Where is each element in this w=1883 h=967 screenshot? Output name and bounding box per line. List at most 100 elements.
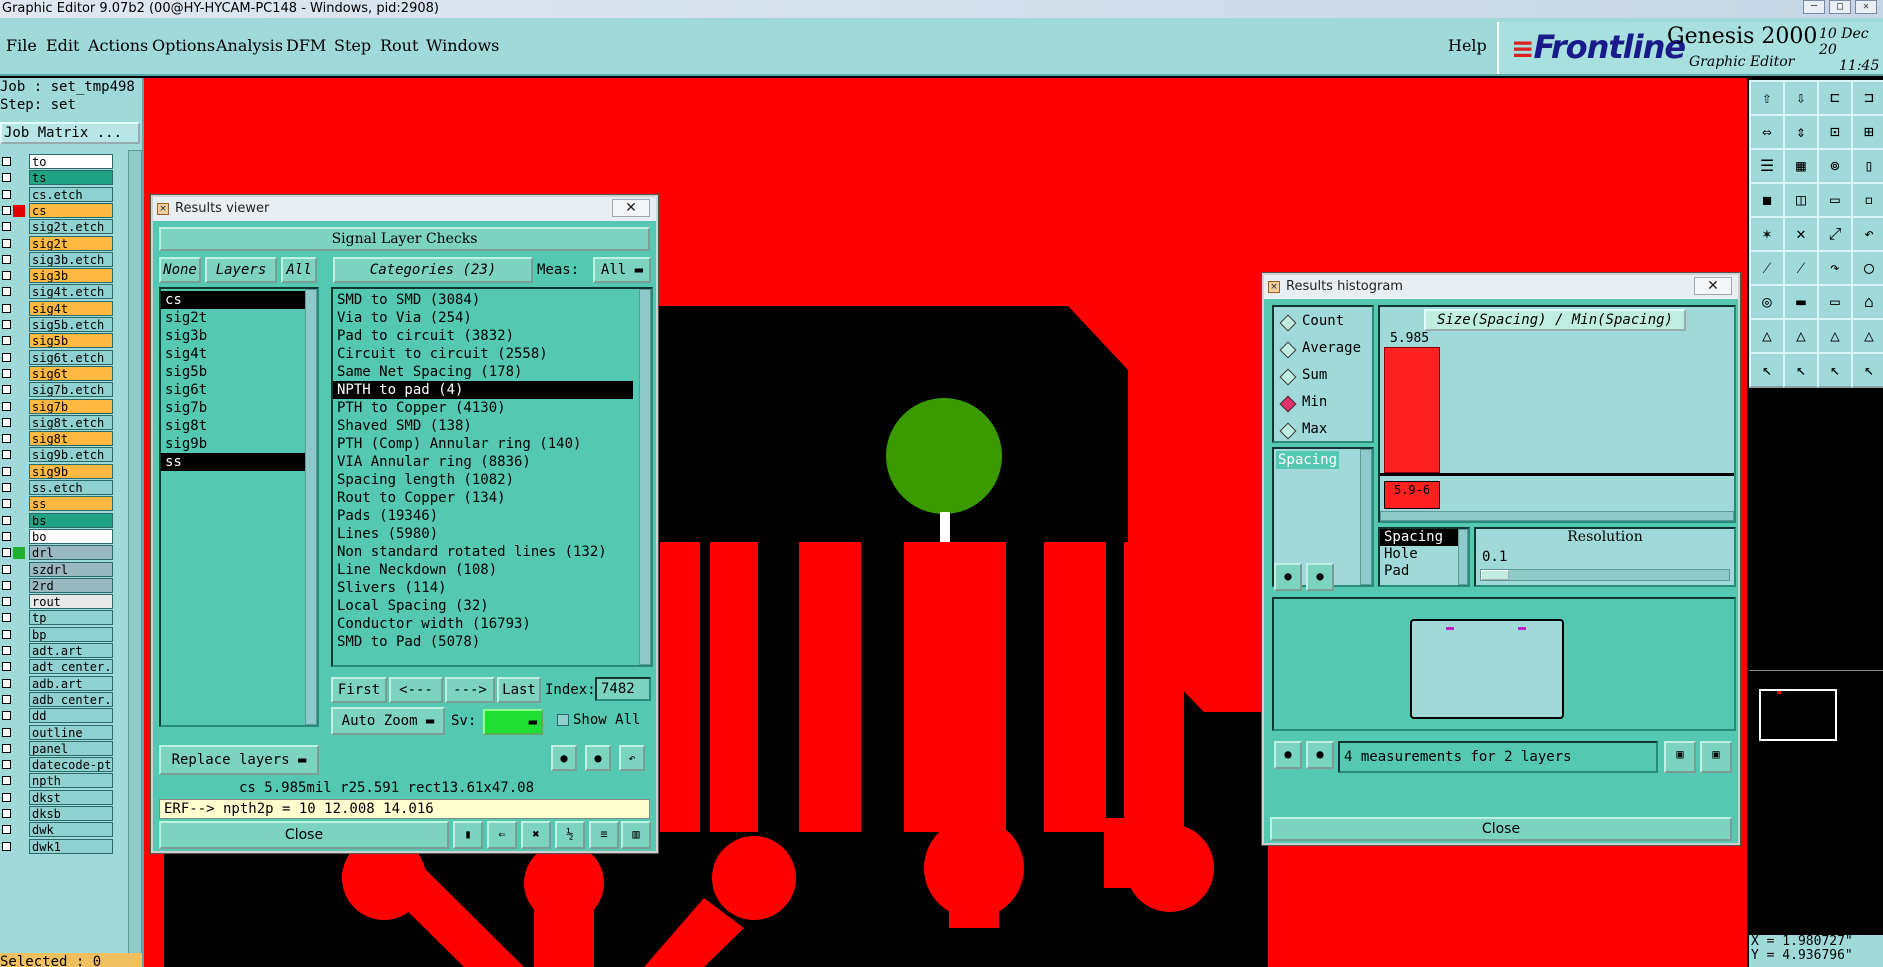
- histogram-hscrollbar[interactable]: [1380, 511, 1734, 521]
- type-scrollbar[interactable]: [1458, 529, 1468, 585]
- toolbar-button-icon[interactable]: ◯: [1851, 250, 1883, 286]
- ref-icon[interactable]: ●: [585, 745, 611, 771]
- layer-list-item[interactable]: sig2t: [161, 309, 305, 327]
- layer-checkbox[interactable]: [2, 385, 11, 395]
- clear-icon[interactable]: ✖: [521, 821, 551, 849]
- toolbar-button-icon[interactable]: ▯: [1851, 148, 1883, 184]
- layer-row[interactable]: sig9b.etch: [0, 447, 116, 463]
- layer-row[interactable]: bo: [0, 528, 116, 544]
- layer-checkbox[interactable]: [2, 450, 11, 460]
- toolbar-button-icon[interactable]: ☰: [1749, 148, 1785, 184]
- menu-actions[interactable]: Actions: [88, 36, 148, 55]
- toolbar-button-icon[interactable]: ✶: [1749, 216, 1785, 252]
- layer-checkbox[interactable]: [2, 515, 11, 525]
- category-list-item[interactable]: VIA Annular ring (8836): [333, 453, 633, 471]
- layer-checkbox[interactable]: [2, 580, 11, 590]
- layer-list-item[interactable]: sig5b: [161, 363, 305, 381]
- undo-icon[interactable]: ↶: [619, 745, 645, 771]
- layer-row[interactable]: cs: [0, 202, 116, 218]
- histogram-close-button[interactable]: Close: [1270, 817, 1732, 841]
- layer-checkbox[interactable]: [2, 662, 11, 672]
- toolbar-button-icon[interactable]: ⊚: [1817, 148, 1853, 184]
- layer-checkbox[interactable]: [2, 597, 11, 607]
- layer-checkbox[interactable]: [2, 483, 11, 492]
- toolbar-button-icon[interactable]: ✕: [1783, 216, 1819, 252]
- toolbar-button-icon[interactable]: ↖: [1851, 352, 1883, 388]
- layer-checkbox[interactable]: [2, 727, 11, 737]
- layer-checkbox[interactable]: [2, 466, 11, 476]
- max-radio[interactable]: [1279, 422, 1297, 440]
- layer-list-item[interactable]: sig3b: [161, 327, 305, 345]
- layer-row[interactable]: sig4t: [0, 300, 116, 316]
- toolbar-button-icon[interactable]: ↖: [1749, 352, 1785, 388]
- layer-row[interactable]: datecode-pt: [0, 757, 116, 773]
- layer-row[interactable]: 2rd: [0, 577, 116, 593]
- layer-row[interactable]: adt.art: [0, 643, 116, 658]
- layer-row[interactable]: sig6t.etch: [0, 349, 116, 365]
- layer-row[interactable]: bs: [0, 512, 116, 528]
- toolbar-button-icon[interactable]: ↖: [1783, 352, 1819, 388]
- layer-row[interactable]: dwk: [0, 822, 116, 838]
- layer-list-item[interactable]: sig9b: [161, 435, 305, 453]
- toolbar-button-icon[interactable]: ▫: [1851, 182, 1883, 218]
- toolbar-button-icon[interactable]: ⇧: [1749, 80, 1785, 116]
- categories-button[interactable]: Categories (23): [333, 257, 533, 283]
- toolbar-button-icon[interactable]: △: [1851, 318, 1883, 354]
- layers-button[interactable]: Layers: [205, 257, 277, 283]
- toolbar-button-icon[interactable]: ▭: [1817, 284, 1853, 320]
- meas-del-icon[interactable]: ●: [1274, 741, 1302, 769]
- layer-row[interactable]: adb.art: [0, 675, 116, 691]
- layer-row[interactable]: adb_center.a: [0, 691, 116, 707]
- close-window-button[interactable]: ✕: [1855, 0, 1877, 14]
- toolbar-button-icon[interactable]: ◫: [1783, 182, 1819, 218]
- layer-checkbox[interactable]: [2, 564, 11, 574]
- layer-checkbox[interactable]: [2, 548, 11, 558]
- layer-row[interactable]: sig8t: [0, 431, 116, 447]
- layer-row[interactable]: dksb: [0, 806, 116, 821]
- layer-checkbox[interactable]: [2, 401, 11, 411]
- layer-row[interactable]: dwk1: [0, 838, 116, 854]
- toolbar-button-icon[interactable]: ↷: [1817, 250, 1853, 286]
- layer-row[interactable]: adt_center.a: [0, 659, 116, 675]
- layer-row[interactable]: sig7b.etch: [0, 382, 116, 398]
- count-radio[interactable]: [1279, 314, 1297, 332]
- toolbar-button-icon[interactable]: ◼: [1749, 182, 1785, 218]
- histogram-list-scrollbar[interactable]: [1360, 449, 1372, 585]
- category-list-item[interactable]: Lines (5980): [333, 525, 633, 543]
- layer-row[interactable]: sig3b.etch: [0, 251, 116, 267]
- job-matrix-button[interactable]: Job Matrix ...: [0, 122, 140, 144]
- category-list-item[interactable]: SMD to Pad (5078): [333, 633, 633, 651]
- hist-del-icon[interactable]: ●: [1274, 563, 1302, 591]
- toolbar-button-icon[interactable]: ▬: [1783, 284, 1819, 320]
- layer-row[interactable]: to: [0, 154, 116, 169]
- category-list-item[interactable]: Same Net Spacing (178): [333, 363, 633, 381]
- layer-checkbox[interactable]: [2, 417, 11, 427]
- layer-checkbox[interactable]: [2, 694, 11, 704]
- layer-checkbox[interactable]: [2, 678, 11, 688]
- layer-row[interactable]: npth: [0, 773, 116, 789]
- layer-checkbox[interactable]: [2, 238, 11, 248]
- layer-checkbox[interactable]: [2, 157, 11, 166]
- toolbar-button-icon[interactable]: ⊏: [1817, 80, 1853, 116]
- layer-checkbox[interactable]: [2, 613, 11, 623]
- layer-list-scrollbar[interactable]: [128, 150, 142, 960]
- menu-analysis[interactable]: Analysis: [216, 36, 283, 55]
- layer-list-item[interactable]: sig4t: [161, 345, 305, 363]
- zoom-fit-icon[interactable]: ▣: [1664, 741, 1696, 773]
- spacing-list-item[interactable]: Spacing: [1276, 451, 1340, 469]
- layer-checkbox[interactable]: [2, 368, 11, 378]
- layer-row[interactable]: outline: [0, 724, 116, 740]
- close-icon[interactable]: ✕: [612, 199, 650, 217]
- category-list-item[interactable]: Pad to circuit (3832): [333, 327, 633, 345]
- layer-checkbox[interactable]: [2, 222, 11, 232]
- layer-row[interactable]: sig2t: [0, 235, 116, 251]
- histogram-icon[interactable]: ▥: [621, 821, 651, 849]
- layer-checkbox[interactable]: [2, 189, 11, 199]
- toolbar-button-icon[interactable]: ▦: [1783, 148, 1819, 184]
- layers-listbox[interactable]: cs sig2t sig3b sig4t sig5b sig6t sig7b sig8t sig…: [159, 287, 319, 727]
- close-button[interactable]: Close: [159, 821, 449, 849]
- sum-radio[interactable]: [1279, 368, 1297, 386]
- categories-scrollbar[interactable]: [639, 289, 651, 665]
- category-list-item[interactable]: Line Neckdown (108): [333, 561, 633, 579]
- type-hole[interactable]: Hole: [1380, 546, 1458, 563]
